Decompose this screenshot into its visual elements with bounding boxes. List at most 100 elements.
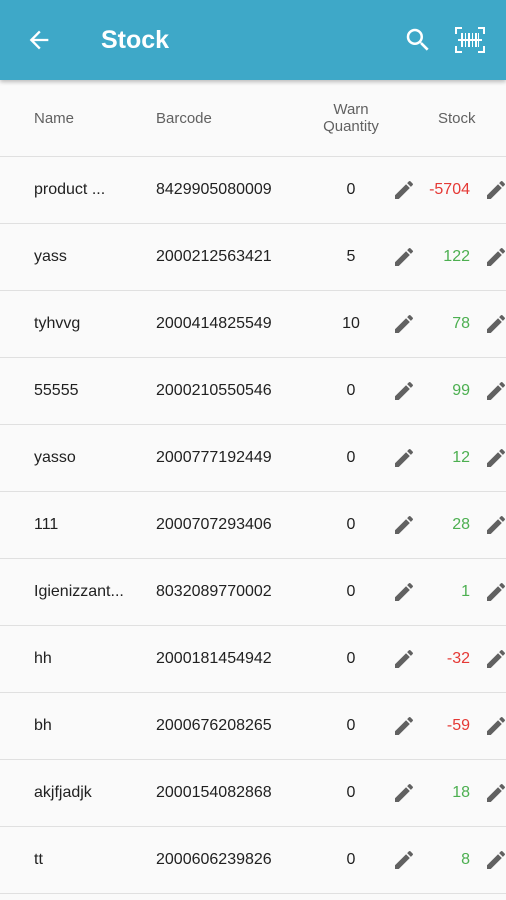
edit-warn-button[interactable] (392, 178, 416, 202)
edit-stock-button[interactable] (484, 781, 506, 805)
pencil-icon (487, 783, 506, 802)
product-barcode: 2000181454942 (156, 650, 272, 667)
product-barcode: 2000414825549 (156, 315, 272, 332)
pencil-icon (487, 381, 506, 400)
pencil-icon (487, 716, 506, 735)
table-row[interactable]: akjfjadjk 2000154082868 0 18 (0, 760, 506, 827)
edit-warn-button[interactable] (392, 513, 416, 537)
pencil-icon (487, 448, 506, 467)
product-barcode: 2000707293406 (156, 516, 272, 533)
table-row[interactable]: hh 2000181454942 0 -32 (0, 626, 506, 693)
edit-stock-button[interactable] (484, 513, 506, 537)
column-name-header[interactable]: Name (34, 110, 146, 127)
stock-list: product ... 8429905080009 0 -5704 yass 2… (0, 157, 506, 894)
product-name: yasso (34, 449, 76, 466)
product-name: akjfjadjk (34, 784, 92, 801)
pencil-icon (487, 180, 506, 199)
product-barcode: 2000676208265 (156, 717, 272, 734)
pencil-icon (487, 649, 506, 668)
stock-quantity: -32 (446, 650, 470, 667)
edit-warn-button[interactable] (392, 312, 416, 336)
product-name: hh (34, 650, 52, 667)
product-barcode: 2000212563421 (156, 248, 272, 265)
edit-warn-button[interactable] (392, 245, 416, 269)
barcode-scan-button[interactable] (446, 16, 494, 64)
back-button[interactable] (15, 16, 63, 64)
pencil-icon (395, 783, 414, 802)
search-button[interactable] (394, 16, 442, 64)
pencil-icon (487, 247, 506, 266)
warn-quantity: 0 (346, 650, 356, 667)
edit-stock-button[interactable] (484, 312, 506, 336)
pencil-icon (395, 515, 414, 534)
product-name: Igienizzant... (34, 583, 124, 600)
column-warn-header[interactable]: Warn Quantity (310, 101, 392, 135)
edit-warn-button[interactable] (392, 446, 416, 470)
table-row[interactable]: yasso 2000777192449 0 12 (0, 425, 506, 492)
pencil-icon (395, 180, 414, 199)
edit-stock-button[interactable] (484, 245, 506, 269)
stock-quantity: -59 (446, 717, 470, 734)
pencil-icon (395, 850, 414, 869)
edit-stock-button[interactable] (484, 714, 506, 738)
product-name: tt (34, 851, 43, 868)
search-icon (406, 28, 429, 51)
edit-stock-button[interactable] (484, 580, 506, 604)
edit-warn-button[interactable] (392, 647, 416, 671)
product-name: 55555 (34, 382, 79, 399)
table-row[interactable]: 111 2000707293406 0 28 (0, 492, 506, 559)
edit-stock-button[interactable] (484, 647, 506, 671)
edit-warn-button[interactable] (392, 580, 416, 604)
product-name: tyhvvg (34, 315, 81, 332)
edit-stock-button[interactable] (484, 379, 506, 403)
product-name: product ... (34, 181, 106, 198)
table-row[interactable]: Igienizzant... 8032089770002 0 1 (0, 559, 506, 626)
column-stock-header[interactable]: Stock (438, 110, 476, 127)
pencil-icon (395, 314, 414, 333)
stock-quantity: 8 (461, 851, 470, 868)
table-row[interactable]: yass 2000212563421 5 122 (0, 224, 506, 291)
pencil-icon (395, 716, 414, 735)
pencil-icon (487, 582, 506, 601)
page-title: Stock (101, 25, 170, 54)
table-row[interactable]: bh 2000676208265 0 -59 (0, 693, 506, 760)
edit-warn-button[interactable] (392, 848, 416, 872)
edit-warn-button[interactable] (392, 714, 416, 738)
table-row[interactable]: tyhvvg 2000414825549 10 78 (0, 291, 506, 358)
edit-stock-button[interactable] (484, 848, 506, 872)
app-bar: Stock (0, 0, 506, 80)
pencil-icon (487, 515, 506, 534)
product-barcode: 8429905080009 (156, 181, 272, 198)
pencil-icon (395, 649, 414, 668)
warn-quantity: 0 (346, 181, 356, 198)
product-barcode: 2000606239826 (156, 851, 272, 868)
stock-quantity: 28 (452, 516, 470, 533)
table-row[interactable]: product ... 8429905080009 0 -5704 (0, 157, 506, 224)
product-name: 111 (34, 516, 59, 533)
warn-quantity: 10 (342, 315, 360, 332)
pencil-icon (395, 247, 414, 266)
warn-quantity: 0 (346, 583, 356, 600)
pencil-icon (487, 850, 506, 869)
pencil-icon (395, 582, 414, 601)
product-barcode: 2000210550546 (156, 382, 272, 399)
product-name: yass (34, 248, 67, 265)
stock-quantity: 18 (452, 784, 470, 801)
product-barcode: 8032089770002 (156, 583, 272, 600)
warn-quantity: 0 (346, 717, 356, 734)
product-barcode: 2000154082868 (156, 784, 272, 801)
stock-quantity: 78 (452, 315, 470, 332)
edit-stock-button[interactable] (484, 446, 506, 470)
table-row[interactable]: 55555 2000210550546 0 99 (0, 358, 506, 425)
warn-quantity: 0 (346, 382, 356, 399)
edit-warn-button[interactable] (392, 379, 416, 403)
edit-warn-button[interactable] (392, 781, 416, 805)
stock-quantity: 122 (443, 248, 470, 265)
stock-quantity: -5704 (429, 181, 470, 198)
product-barcode: 2000777192449 (156, 449, 272, 466)
table-row[interactable]: tt 2000606239826 0 8 (0, 827, 506, 894)
stock-quantity: 12 (452, 449, 470, 466)
edit-stock-button[interactable] (484, 178, 506, 202)
warn-quantity: 0 (346, 784, 356, 801)
column-barcode-header[interactable]: Barcode (156, 110, 212, 127)
